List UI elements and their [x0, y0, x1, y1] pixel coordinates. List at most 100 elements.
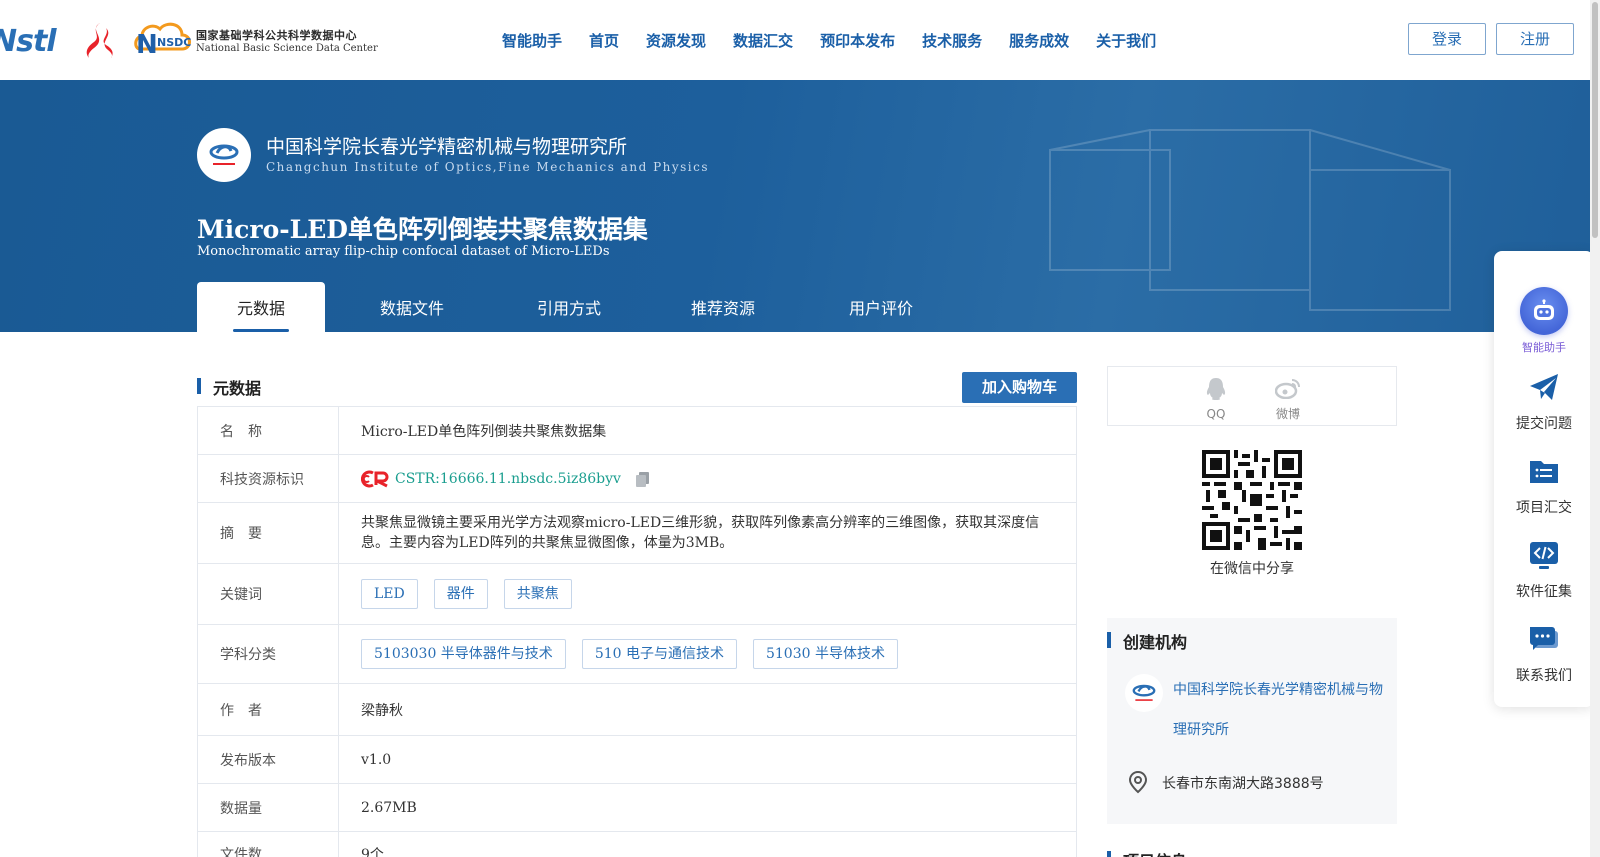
dataset-tabs: 元数据 数据文件 引用方式 推荐资源 用户评价	[197, 282, 955, 332]
table-row: 作 者 梁静秋	[198, 684, 1076, 736]
svg-text:NSDC: NSDC	[157, 36, 191, 49]
nav-tech-services[interactable]: 技术服务	[922, 26, 982, 55]
subject-tag[interactable]: 5103030 半导体器件与技术	[361, 639, 566, 669]
table-row: 关键词 LED 器件 共聚焦	[198, 564, 1076, 625]
login-button[interactable]: 登录	[1408, 23, 1486, 55]
ai-assistant-button[interactable]: 智能助手	[1494, 287, 1594, 355]
row-label: 科技资源标识	[198, 455, 339, 502]
project-collection-button[interactable]: 项目汇交	[1494, 455, 1594, 517]
share-qq-button[interactable]: QQ	[1196, 377, 1236, 421]
nstl-logo[interactable]: Nstl	[0, 22, 68, 58]
page-scrollbar-thumb[interactable]	[1592, 2, 1598, 238]
nav-assistant[interactable]: 智能助手	[502, 26, 562, 55]
file-count-value: 9个	[361, 846, 384, 857]
org-section-title: 创建机构	[1123, 633, 1188, 652]
metadata-table: 名 称 Micro-LED单色阵列倒装共聚焦数据集 科技资源标识 CSTR:16…	[197, 406, 1077, 857]
weibo-icon	[1274, 379, 1300, 400]
abstract-value: 共聚焦显微镜主要采用光学方法观察micro-LED三维形貌，获取阵列像素高分辨率…	[361, 515, 1040, 551]
nav-preprint[interactable]: 预印本发布	[820, 26, 895, 55]
institution-name-cn: 中国科学院长春光学精密机械与物理研究所	[266, 136, 628, 158]
row-label: 学科分类	[198, 625, 339, 683]
keyword-tag[interactable]: 共聚焦	[503, 579, 572, 609]
copy-icon[interactable]	[635, 471, 651, 487]
tab-metadata[interactable]: 元数据	[197, 282, 325, 332]
submit-question-label: 提交问题	[1516, 416, 1572, 432]
folder-list-icon	[1530, 461, 1558, 483]
project-section-title: 项目信息	[1123, 848, 1187, 857]
dataset-banner: 中国科学院长春光学精密机械与物理研究所 Changchun Institute …	[0, 80, 1590, 332]
row-label: 关键词	[198, 564, 339, 624]
row-label: 名 称	[198, 407, 339, 454]
org-logo-icon	[1132, 684, 1156, 701]
dataset-name-value: Micro-LED单色阵列倒装共聚焦数据集	[361, 423, 607, 440]
org-name-link[interactable]: 中国科学院长春光学精密机械与物理研究所	[1173, 670, 1383, 750]
table-row: 学科分类 5103030 半导体器件与技术 510 电子与通信技术 51030 …	[198, 625, 1076, 684]
register-button[interactable]: 注册	[1496, 23, 1574, 55]
keyword-tag[interactable]: LED	[361, 579, 418, 609]
tab-citation[interactable]: 引用方式	[499, 282, 639, 332]
nav-home[interactable]: 首页	[589, 26, 619, 55]
version-value: v1.0	[361, 751, 392, 768]
table-row: 发布版本 v1.0	[198, 736, 1076, 784]
nsdc-mark-icon: N NSDC	[134, 22, 191, 60]
metadata-section-header: 元数据 加入购物车	[197, 372, 1077, 406]
cstr-identifier-link[interactable]: CSTR:16666.11.nbsdc.5iz86byv	[395, 471, 621, 487]
qq-label: QQ	[1206, 407, 1226, 421]
paper-plane-icon	[1530, 374, 1558, 400]
software-collection-button[interactable]: 软件征集	[1494, 539, 1594, 601]
table-row: 文件数 9个	[198, 832, 1076, 857]
software-collection-label: 软件征集	[1516, 584, 1572, 600]
tab-data-files[interactable]: 数据文件	[325, 282, 499, 332]
header-logos: Nstl N NSDC 国家基础学科公共科学数据中心 National Basi…	[0, 18, 378, 62]
tab-reviews[interactable]: 用户评价	[807, 282, 955, 332]
row-label: 文件数	[198, 832, 339, 857]
nsdc-logo-cn: 国家基础学科公共科学数据中心	[196, 28, 357, 42]
table-row: 科技资源标识 CSTR:16666.11.nbsdc.5iz86byv	[198, 455, 1076, 503]
dataset-title: Micro-LED单色阵列倒装共聚焦数据集	[197, 215, 648, 244]
project-collection-label: 项目汇交	[1516, 500, 1572, 516]
subject-tag[interactable]: 51030 半导体技术	[752, 639, 898, 669]
tab-recommended[interactable]: 推荐资源	[639, 282, 807, 332]
subject-tag[interactable]: 510 电子与通信技术	[581, 639, 737, 669]
row-label: 作 者	[198, 684, 339, 735]
project-section-header: 项目信息	[1107, 846, 1397, 857]
author-value: 梁静秋	[361, 702, 403, 719]
table-row: 数据量 2.67MB	[198, 784, 1076, 832]
subject-tags: 5103030 半导体器件与技术 510 电子与通信技术 51030 半导体技术	[339, 625, 1076, 683]
add-to-cart-button[interactable]: 加入购物车	[962, 372, 1077, 403]
row-label: 发布版本	[198, 736, 339, 783]
nsdc-logo-en: National Basic Science Data Center	[196, 42, 378, 54]
org-logo	[1125, 674, 1163, 712]
submit-question-button[interactable]: 提交问题	[1494, 371, 1594, 433]
banner-decoration-icon	[1049, 129, 1451, 311]
nav-service-results[interactable]: 服务成效	[1009, 26, 1069, 55]
metadata-section-title: 元数据	[213, 379, 262, 398]
institution-name-en: Changchun Institute of Optics,Fine Mecha…	[266, 160, 710, 174]
share-box: QQ 微博	[1107, 366, 1397, 426]
nav-data-submission[interactable]: 数据汇交	[733, 26, 793, 55]
top-navigation-bar: Nstl N NSDC 国家基础学科公共科学数据中心 National Basi…	[0, 0, 1600, 80]
nav-resource-discovery[interactable]: 资源发现	[646, 26, 706, 55]
weibo-label: 微博	[1275, 407, 1300, 421]
qq-icon	[1206, 378, 1226, 400]
floating-service-panel: 智能助手 提交问题 项目汇交 软件征集 联系我们	[1494, 251, 1594, 707]
code-icon	[1530, 542, 1558, 569]
robot-icon	[1520, 287, 1568, 335]
nav-about[interactable]: 关于我们	[1096, 26, 1156, 55]
data-size-value: 2.67MB	[361, 799, 417, 816]
chat-bubble-icon	[1530, 627, 1558, 650]
keyword-tag[interactable]: 器件	[433, 579, 488, 609]
contact-us-button[interactable]: 联系我们	[1494, 623, 1594, 685]
org-address: 长春市东南湖大路3888号	[1162, 776, 1324, 792]
table-row: 摘 要 共聚焦显微镜主要采用光学方法观察micro-LED三维形貌，获取阵列像素…	[198, 503, 1076, 564]
share-weibo-button[interactable]: 微博	[1268, 377, 1308, 422]
location-pin-icon	[1128, 770, 1148, 794]
section-accent-bar	[1107, 632, 1111, 648]
section-accent-bar	[1107, 851, 1111, 857]
nsdc-logo[interactable]: N NSDC 国家基础学科公共科学数据中心 National Basic Sci…	[132, 19, 378, 61]
creator-org-panel: 创建机构 中国科学院长春光学精密机械与物理研究所 长春市东南湖大路3888号	[1107, 618, 1397, 824]
dataset-subtitle: Monochromatic array flip-chip confocal d…	[197, 244, 610, 259]
partner-logo-icon[interactable]	[80, 20, 120, 60]
section-accent-bar	[197, 378, 201, 394]
cstr-logo-icon	[361, 470, 389, 487]
